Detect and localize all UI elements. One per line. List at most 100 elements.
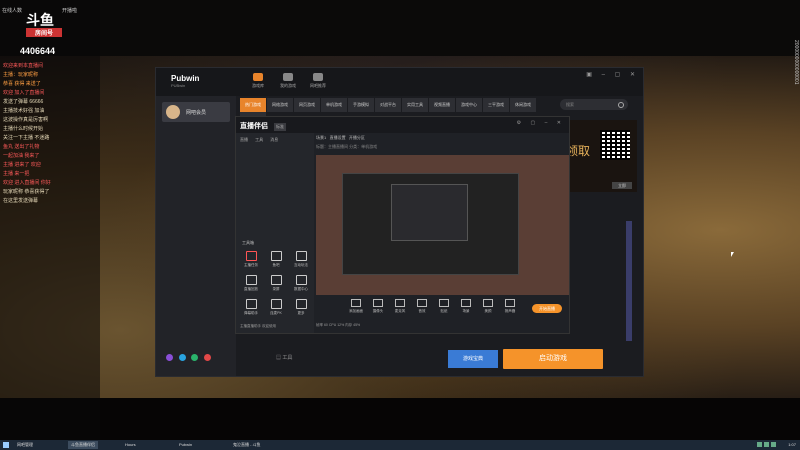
scrollbar[interactable]: [626, 221, 632, 341]
blue-app-icon[interactable]: [178, 354, 186, 361]
stream-tool-titlebar: 直播伴侣 标准 ⚙ ▢ – ✕: [236, 117, 569, 133]
tool-icon: [295, 299, 307, 309]
tool-item[interactable]: 更多: [290, 299, 312, 316]
control-button[interactable]: 场景: [456, 299, 476, 314]
top-icon-my-games[interactable]: 我的游戏: [276, 73, 300, 89]
control-icon: [505, 299, 515, 307]
game-library-icon: [253, 73, 263, 81]
nav-tab[interactable]: 视频直播: [429, 98, 455, 112]
red-app-icon[interactable]: [204, 354, 212, 361]
tray-ime-icon[interactable]: [771, 442, 776, 447]
logo-sub: 房间号: [26, 28, 62, 37]
start-live-button[interactable]: 开始直播: [532, 304, 562, 313]
tool-item[interactable]: 鱼吧: [265, 251, 287, 268]
bottom-letterbox: [0, 398, 800, 440]
start-button-icon[interactable]: [3, 442, 9, 448]
green-app-icon[interactable]: [191, 354, 199, 361]
left-tabs: 直播 工具 消息: [240, 137, 284, 143]
brand-sub: PUBwin: [171, 83, 186, 88]
tab-messages[interactable]: 消息: [270, 137, 278, 142]
control-button[interactable]: 摄像头: [368, 299, 388, 314]
control-button[interactable]: 美颜: [478, 299, 498, 314]
tab-tools[interactable]: 工具: [255, 137, 263, 142]
tool-item[interactable]: 弹幕助手: [240, 299, 262, 316]
stream-tool-window-controls[interactable]: ⚙ ▢ – ✕: [517, 120, 565, 126]
taskbar-item[interactable]: Pubwin: [176, 441, 195, 449]
chat-line: 主播：玩家昵称: [3, 72, 39, 78]
tool-item[interactable]: 数据中心: [290, 275, 312, 292]
tool-label: 弹幕助手: [244, 311, 258, 315]
secondary-button[interactable]: 游戏宝典: [448, 350, 498, 368]
launch-game-button[interactable]: 启动游戏: [503, 349, 603, 369]
control-button[interactable]: 添加画面: [346, 299, 366, 314]
header-tab-category[interactable]: 开播分区: [349, 135, 365, 140]
tool-icon: [270, 299, 282, 309]
control-label: 扬声器: [504, 309, 516, 313]
pubwin-titlebar: Pubwin PUBwin 游戏库 我的游戏 网吧推荐 ▣ – ▢ ✕: [156, 68, 643, 96]
taskbar-item[interactable]: 鬼泣直播 - 斗鱼: [230, 441, 264, 449]
window-controls[interactable]: ▣ – ▢ ✕: [586, 71, 639, 78]
promo-banner[interactable]: 领取 立即: [562, 120, 637, 192]
stream-tool-logo-text: 直播伴侣: [240, 123, 268, 130]
nav-tab[interactable]: 休闲游戏: [510, 98, 536, 112]
tools-link[interactable]: ▤ 工具: [276, 354, 292, 361]
tool-item[interactable]: 直播回放: [240, 275, 262, 292]
nav-tab[interactable]: 实用工具: [402, 98, 428, 112]
control-button[interactable]: 扬声器: [500, 299, 520, 314]
taskbar-item[interactable]: 网吧管理: [14, 441, 36, 449]
control-button[interactable]: 贴纸: [434, 299, 454, 314]
control-icon: [439, 299, 449, 307]
top-icon-game-library[interactable]: 游戏库: [246, 73, 270, 89]
banner-button[interactable]: 立即: [612, 182, 632, 189]
top-icon-label: 我的游戏: [280, 83, 296, 88]
tray-volume-icon[interactable]: [764, 442, 769, 447]
tool-item[interactable]: 主播任务: [240, 251, 262, 268]
taskbar-item[interactable]: Hours: [122, 441, 139, 449]
purple-app-icon[interactable]: [166, 354, 173, 361]
control-label: 摄像头: [372, 309, 384, 313]
brand-name: Pubwin: [171, 74, 200, 83]
header-tab-scene[interactable]: 场景1: [316, 135, 326, 140]
tool-item[interactable]: 录屏: [265, 275, 287, 292]
user-card[interactable]: 网吧会员: [162, 102, 230, 122]
control-icon: [417, 299, 427, 307]
control-icon: [461, 299, 471, 307]
control-icon: [351, 299, 361, 307]
chat-overlay: 在线人数 开播啦 斗鱼 房间号 4406644 欢迎来到本直播间 主播：玩家昵称恭…: [0, 0, 100, 440]
avatar: [166, 105, 180, 119]
nav-tab[interactable]: 手游模拟: [348, 98, 374, 112]
control-label: 音效: [418, 309, 426, 313]
chat-line: 玩家昵称 恭喜获得了: [3, 189, 50, 195]
taskbar-item[interactable]: 斗鱼直播伴侣: [68, 441, 98, 449]
nav-tab[interactable]: 游戏中心: [456, 98, 482, 112]
nav-tab[interactable]: 三平游戏: [483, 98, 509, 112]
control-button[interactable]: 麦克风: [390, 299, 410, 314]
top-icon-recommend[interactable]: 网吧推荐: [306, 73, 330, 89]
tool-icon: [270, 275, 282, 285]
tool-label: 直播回放: [244, 287, 258, 291]
tool-icon: [245, 299, 257, 309]
stream-tool-tip: 主播直播助手 欢迎使用: [240, 324, 276, 328]
pubwin-sidebar: 网吧会员: [156, 96, 236, 376]
nav-tab[interactable]: 热门游戏: [240, 98, 266, 112]
search-input[interactable]: 搜索: [560, 99, 628, 110]
chat-line: 欢迎来到本直播间: [3, 63, 44, 69]
control-icon: [483, 299, 493, 307]
system-tray: [755, 442, 776, 449]
tool-item[interactable]: 互动玩法: [290, 251, 312, 268]
logo-main: 斗鱼: [26, 13, 54, 29]
chat-line: 主播技术好强 加油: [3, 108, 45, 114]
control-label: 美颜: [484, 309, 492, 313]
nav-tab[interactable]: 网络游戏: [267, 98, 293, 112]
tab-live[interactable]: 直播: [240, 137, 248, 142]
clock[interactable]: 1:07: [788, 441, 796, 449]
douyu-logo: 斗鱼 房间号: [26, 10, 62, 40]
nav-tab[interactable]: 网页游戏: [294, 98, 320, 112]
control-button[interactable]: 音效: [412, 299, 432, 314]
nav-tab[interactable]: 对战平台: [375, 98, 401, 112]
stream-preview[interactable]: [316, 155, 569, 295]
tray-network-icon[interactable]: [757, 442, 762, 447]
header-tab-settings[interactable]: 直播设置: [330, 135, 346, 140]
tool-item[interactable]: 连麦PK: [265, 299, 287, 316]
nav-tab[interactable]: 单机游戏: [321, 98, 347, 112]
